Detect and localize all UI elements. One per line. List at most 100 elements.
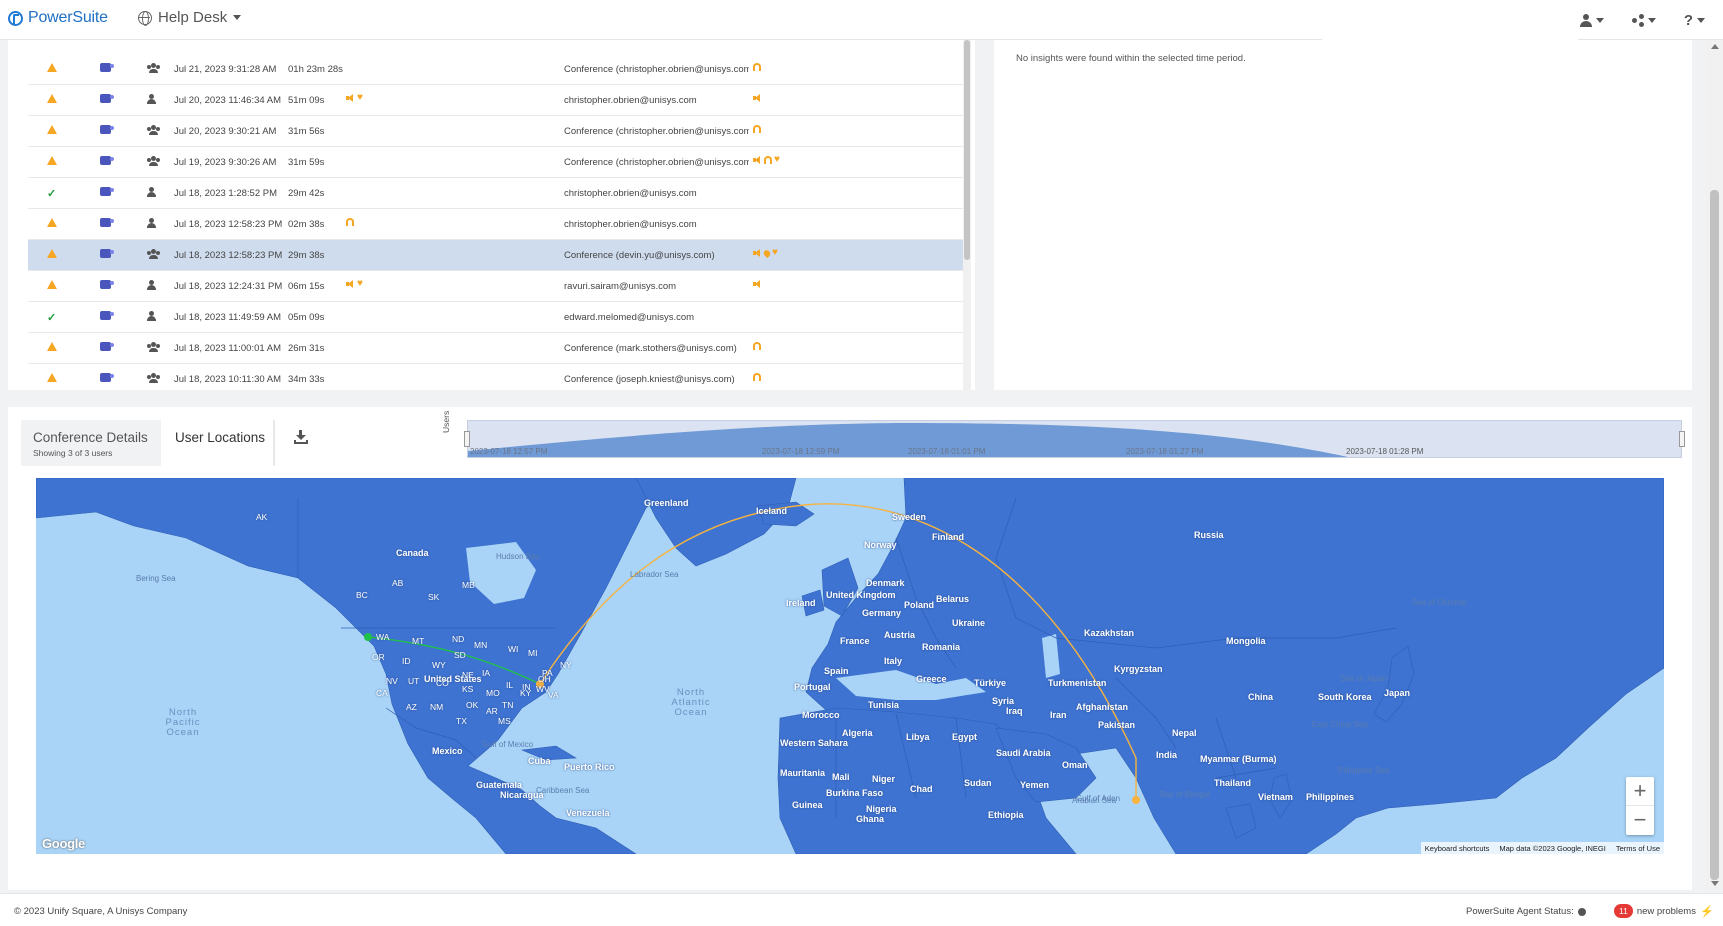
- teams-icon: [100, 63, 114, 72]
- agent-status[interactable]: PowerSuite Agent Status:: [1466, 906, 1586, 917]
- map-region-label: VA: [548, 690, 559, 700]
- map-region-label: OR: [372, 652, 385, 662]
- users-timeline[interactable]: 2023-07-18 12:57 PM 2023-07-18 12:59 PM …: [464, 420, 1685, 458]
- brand-logo[interactable]: PowerSuite: [8, 9, 108, 27]
- problems-label: new problems: [1636, 905, 1696, 917]
- page-scrollbar-thumb[interactable]: [1710, 190, 1719, 880]
- chevron-down-icon: [1595, 17, 1604, 23]
- map-region-label: MN: [474, 640, 488, 650]
- new-problems-link[interactable]: 11 new problems ⚡: [1614, 904, 1714, 918]
- download-button[interactable]: [293, 429, 309, 445]
- zoom-out-button[interactable]: −: [1626, 806, 1654, 835]
- call-start-time: Jul 18, 2023 12:24:31 PM: [174, 281, 283, 292]
- scroll-down-arrow-icon[interactable]: [1711, 881, 1719, 886]
- page-scrollbar[interactable]: [1706, 40, 1723, 890]
- table-row[interactable]: Jul 19, 2023 9:30:26 AM 31m 59s Conference…: [28, 147, 965, 178]
- user-menu-button[interactable]: [1579, 13, 1604, 27]
- map-country-label: Poland: [904, 600, 935, 610]
- table-row[interactable]: Jul 18, 2023 12:58:23 PM 29m 38s Conferenc…: [28, 240, 965, 271]
- map-region-label: WA: [376, 632, 390, 642]
- keyboard-shortcuts-link[interactable]: Keyboard shortcuts: [1425, 844, 1490, 853]
- headset-issue-icon: [753, 373, 761, 381]
- table-row[interactable]: Jul 20, 2023 11:46:34 AM 51m 09s ♥ christop…: [28, 85, 965, 116]
- call-type: [147, 156, 160, 169]
- table-row[interactable]: Jul 18, 2023 10:11:30 AM 34m 33s Conferenc…: [28, 364, 965, 390]
- map-country-label: Burkina Faso: [826, 788, 884, 798]
- chevron-down-icon: [233, 15, 242, 20]
- table-scrollbar[interactable]: [963, 40, 971, 390]
- map-country-label: Iceland: [756, 506, 788, 516]
- terms-of-use-link[interactable]: Terms of Use: [1616, 844, 1660, 853]
- call-participant: edward.melomed@unisys.com: [564, 312, 695, 323]
- share-menu-button[interactable]: [1631, 14, 1656, 27]
- table-row[interactable]: Jul 20, 2023 9:30:21 AM 31m 56s Conference…: [28, 116, 965, 147]
- map-country-label: Chad: [910, 784, 933, 794]
- map-country-label: Pakistan: [1098, 720, 1136, 730]
- map-country-label: Ghana: [856, 814, 885, 824]
- call-start-time: Jul 20, 2023 11:46:34 AM: [174, 95, 282, 106]
- table-row[interactable]: ✓ Jul 18, 2023 1:28:52 PM 29m 42s christoph…: [28, 178, 965, 209]
- call-start-time: Jul 18, 2023 12:58:23 PM: [174, 250, 283, 261]
- call-status: [47, 218, 57, 230]
- call-type: [147, 218, 156, 231]
- call-start-time: Jul 21, 2023 9:31:28 AM: [174, 64, 277, 75]
- call-participant: ravuri.sairam@unisys.com: [564, 281, 677, 292]
- calls-table: Jul 21, 2023 9:31:28 AM 01h 23m 28s Confer…: [28, 54, 965, 390]
- help-menu-button[interactable]: ?: [1684, 12, 1705, 29]
- map-country-label: Egypt: [952, 732, 978, 742]
- agent-status-dot-icon: [1577, 907, 1586, 916]
- app-switcher[interactable]: Help Desk: [138, 9, 242, 26]
- call-start-time: Jul 18, 2023 11:00:01 AM: [174, 343, 282, 354]
- participant-issues: [753, 125, 761, 133]
- map-country-label: Syria: [992, 696, 1015, 706]
- call-app: [100, 218, 114, 230]
- speaker-issue-icon: [753, 94, 762, 102]
- timeline-end-handle[interactable]: [1679, 431, 1685, 447]
- map-data-credit: Map data ©2023 Google, INEGI: [1499, 843, 1606, 853]
- teams-icon: [100, 125, 114, 134]
- map-ocean-label: North Atlantic Ocean: [671, 687, 711, 718]
- map-country-label: Belarus: [936, 594, 970, 604]
- map-country-label: Afghanistan: [1076, 702, 1129, 712]
- map-region-label: WY: [432, 660, 446, 670]
- call-start-time: Jul 18, 2023 12:58:23 PM: [174, 219, 283, 230]
- warning-icon: [47, 373, 57, 382]
- tab-user-locations[interactable]: User Locations: [163, 420, 271, 466]
- scroll-up-arrow-icon[interactable]: [1711, 44, 1719, 49]
- call-participant: Conference (mark.stothers@unisys.com): [564, 343, 737, 354]
- table-row[interactable]: Jul 18, 2023 12:58:23 PM 02m 38s christoph…: [28, 209, 965, 240]
- tab-conference-details[interactable]: Conference Details Showing 3 of 3 users: [21, 420, 161, 466]
- heart-issue-icon: ♥: [772, 247, 778, 258]
- call-issues: [346, 218, 354, 226]
- call-type: [147, 125, 160, 138]
- zoom-in-button[interactable]: +: [1626, 777, 1654, 806]
- call-participant: christopher.obrien@unisys.com: [564, 188, 697, 199]
- app-name: Help Desk: [158, 9, 228, 26]
- map-region-label: SK: [428, 592, 440, 602]
- map-water-label: Labrador Sea: [630, 570, 679, 579]
- call-issues: ♥: [346, 92, 363, 103]
- call-status: [47, 94, 57, 106]
- table-scrollbar-thumb[interactable]: [964, 40, 970, 260]
- call-type: [147, 249, 160, 262]
- call-type: [147, 373, 160, 386]
- map-zoom-controls: + −: [1626, 777, 1654, 835]
- timeline-tick: 2023-07-18 12:59 PM: [762, 447, 840, 456]
- call-app: [100, 63, 114, 75]
- table-row[interactable]: Jul 21, 2023 9:31:28 AM 01h 23m 28s Confer…: [28, 54, 965, 85]
- call-duration: 05m 09s: [288, 312, 325, 323]
- timeline-start-handle[interactable]: [464, 431, 470, 447]
- heart-issue-icon: ♥: [357, 92, 363, 103]
- call-type: [147, 94, 156, 107]
- map-country-label: India: [1156, 750, 1178, 760]
- table-row[interactable]: Jul 18, 2023 11:00:01 AM 26m 31s Conferenc…: [28, 333, 965, 364]
- warning-icon: [47, 280, 57, 289]
- brand-name: PowerSuite: [28, 9, 108, 26]
- powersuite-logo-icon: [8, 10, 23, 26]
- teams-icon: [100, 280, 114, 289]
- call-status: [47, 373, 57, 385]
- conference-icon: [147, 249, 160, 259]
- table-row[interactable]: Jul 18, 2023 12:24:31 PM 06m 15s ♥ ravuri.s…: [28, 271, 965, 302]
- user-locations-map[interactable]: Greenland Iceland Canada United States Mexic…: [36, 478, 1664, 854]
- table-row[interactable]: ✓ Jul 18, 2023 11:49:59 AM 05m 09s edward.m…: [28, 302, 965, 333]
